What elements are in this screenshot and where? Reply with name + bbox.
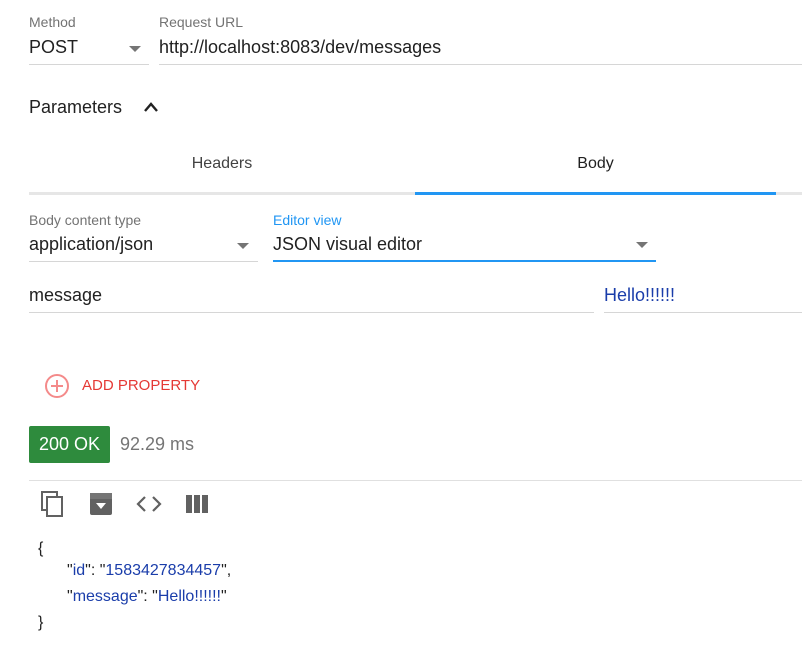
tab-headers-label: Headers <box>191 155 253 172</box>
url-value: http://localhost:8083/dev/messages <box>159 37 442 57</box>
tab-body-label: Body <box>577 155 614 172</box>
json-line-message: "message": "Hello!!!!!!" <box>67 588 227 605</box>
save-icon[interactable] <box>89 492 113 516</box>
add-circle-icon <box>45 374 69 398</box>
property-value: Hello!!!!!! <box>604 285 676 305</box>
json-close-brace: } <box>38 614 44 631</box>
dropdown-arrow-icon <box>636 242 648 248</box>
tab-active-indicator <box>415 192 776 195</box>
tab-body[interactable]: Body <box>415 155 776 191</box>
tab-headers[interactable]: Headers <box>29 155 415 191</box>
response-divider <box>29 480 802 481</box>
property-name-value: message <box>29 285 103 305</box>
add-property-label: ADD PROPERTY <box>82 377 201 394</box>
copy-icon[interactable] <box>40 490 66 518</box>
json-open-brace: { <box>38 540 44 557</box>
content-type-value: application/json <box>29 234 154 254</box>
content-type-select[interactable]: application/json <box>29 231 258 262</box>
add-property-button[interactable]: ADD PROPERTY <box>44 372 214 400</box>
editor-view-label: Editor view <box>273 212 342 228</box>
code-icon[interactable] <box>136 495 162 513</box>
dropdown-arrow-icon <box>237 243 249 249</box>
json-value-message: Hello!!!!!! <box>157 588 221 605</box>
response-time: 92.29 ms <box>120 434 195 454</box>
parameters-title: Parameters <box>29 97 123 117</box>
url-label: Request URL <box>159 14 244 30</box>
method-select[interactable]: POST <box>29 34 149 65</box>
json-key-id: id <box>72 562 86 579</box>
content-type-label: Body content type <box>29 212 142 228</box>
method-value: POST <box>29 37 79 57</box>
editor-view-value: JSON visual editor <box>273 234 423 254</box>
parameters-toggle[interactable]: Parameters <box>29 96 179 122</box>
dropdown-arrow-icon <box>129 46 141 52</box>
property-value-input[interactable]: Hello!!!!!! <box>604 282 802 313</box>
chevron-up-icon <box>144 102 158 112</box>
json-key-message: message <box>72 588 138 605</box>
url-input[interactable]: http://localhost:8083/dev/messages <box>159 34 802 65</box>
editor-view-select[interactable]: JSON visual editor <box>273 231 656 262</box>
columns-icon[interactable] <box>186 495 208 513</box>
property-name-input[interactable]: message <box>29 282 594 313</box>
status-badge: 200 OK <box>29 426 110 463</box>
json-value-id: 1583427834457 <box>105 562 222 579</box>
method-label: Method <box>29 14 76 30</box>
json-line-id: "id": "1583427834457", <box>67 562 232 579</box>
